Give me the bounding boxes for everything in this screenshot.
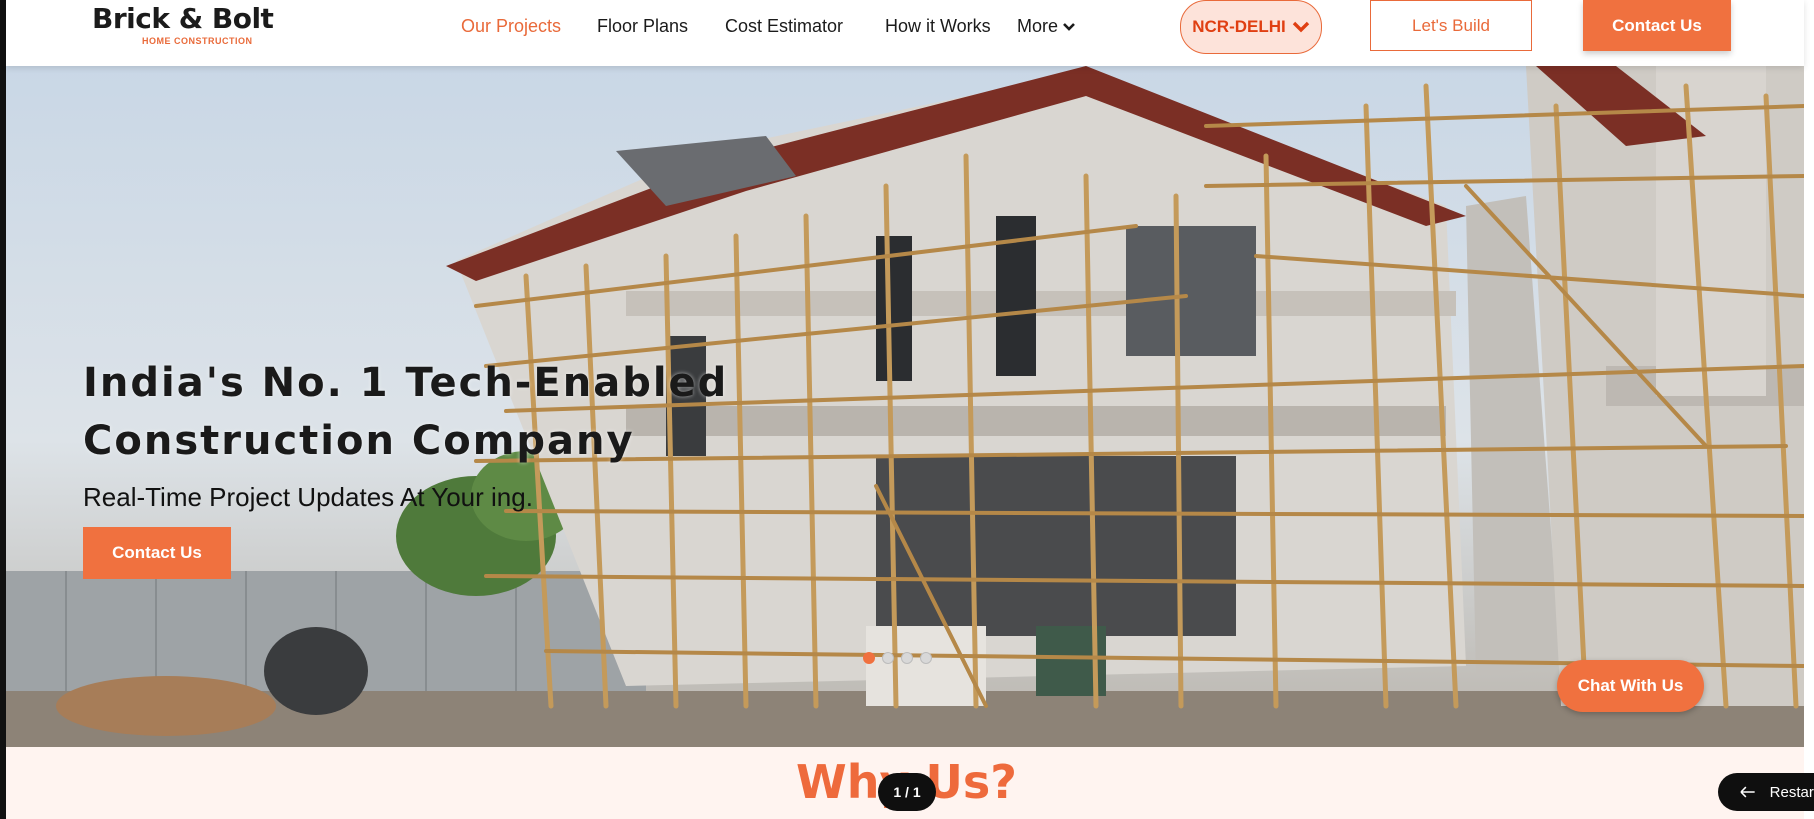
- nav-our-projects[interactable]: Our Projects: [461, 16, 561, 37]
- nav-floor-plans[interactable]: Floor Plans: [597, 16, 688, 37]
- nav-cost-estimator[interactable]: Cost Estimator: [725, 16, 843, 37]
- page-indicator: 1 / 1: [878, 773, 936, 811]
- lets-build-button[interactable]: Let's Build: [1370, 0, 1532, 51]
- hero-title-line-1: India's No. 1 Tech-Enabled: [83, 360, 729, 406]
- contact-us-header-button[interactable]: Contact Us: [1583, 0, 1731, 51]
- chevron-down-icon: [1292, 21, 1309, 33]
- site-header: Brick & Bolt HOME CONSTRUCTION Our Proje…: [6, 0, 1804, 66]
- region-selector[interactable]: NCR-DELHI: [1180, 0, 1322, 54]
- nav-more[interactable]: More: [1017, 16, 1076, 37]
- nav-how-it-works[interactable]: How it Works: [885, 16, 991, 37]
- restart-label: Restart: [1769, 783, 1814, 801]
- hero-subtitle: Real-Time Project Updates At Your ing.: [83, 482, 533, 512]
- logo-wordmark: Brick & Bolt: [92, 2, 274, 35]
- hero-contact-us-button[interactable]: Contact Us: [83, 527, 231, 579]
- carousel-dot-2[interactable]: [882, 652, 894, 664]
- nav-more-label: More: [1017, 16, 1059, 36]
- chevron-down-icon: [1063, 22, 1075, 31]
- hero-content: India's No. 1 Tech-Enabled Construction …: [83, 354, 728, 579]
- region-label: NCR-DELHI: [1192, 17, 1286, 36]
- restart-button[interactable]: Restart: [1718, 773, 1814, 811]
- carousel-dot-4[interactable]: [920, 652, 932, 664]
- hero-title: India's No. 1 Tech-Enabled Construction …: [83, 354, 728, 470]
- chat-with-us-button[interactable]: Chat With Us: [1557, 660, 1704, 712]
- carousel-indicators: [863, 652, 932, 664]
- carousel-dot-1[interactable]: [863, 652, 875, 664]
- carousel-dot-3[interactable]: [901, 652, 913, 664]
- hero-title-line-2: Construction Company: [83, 418, 635, 464]
- logo-tagline: HOME CONSTRUCTION: [142, 36, 253, 46]
- brand-logo[interactable]: Brick & Bolt HOME CONSTRUCTION: [92, 2, 274, 46]
- hero-carousel: India's No. 1 Tech-Enabled Construction …: [6, 66, 1804, 747]
- return-arrow-icon: [1740, 786, 1755, 798]
